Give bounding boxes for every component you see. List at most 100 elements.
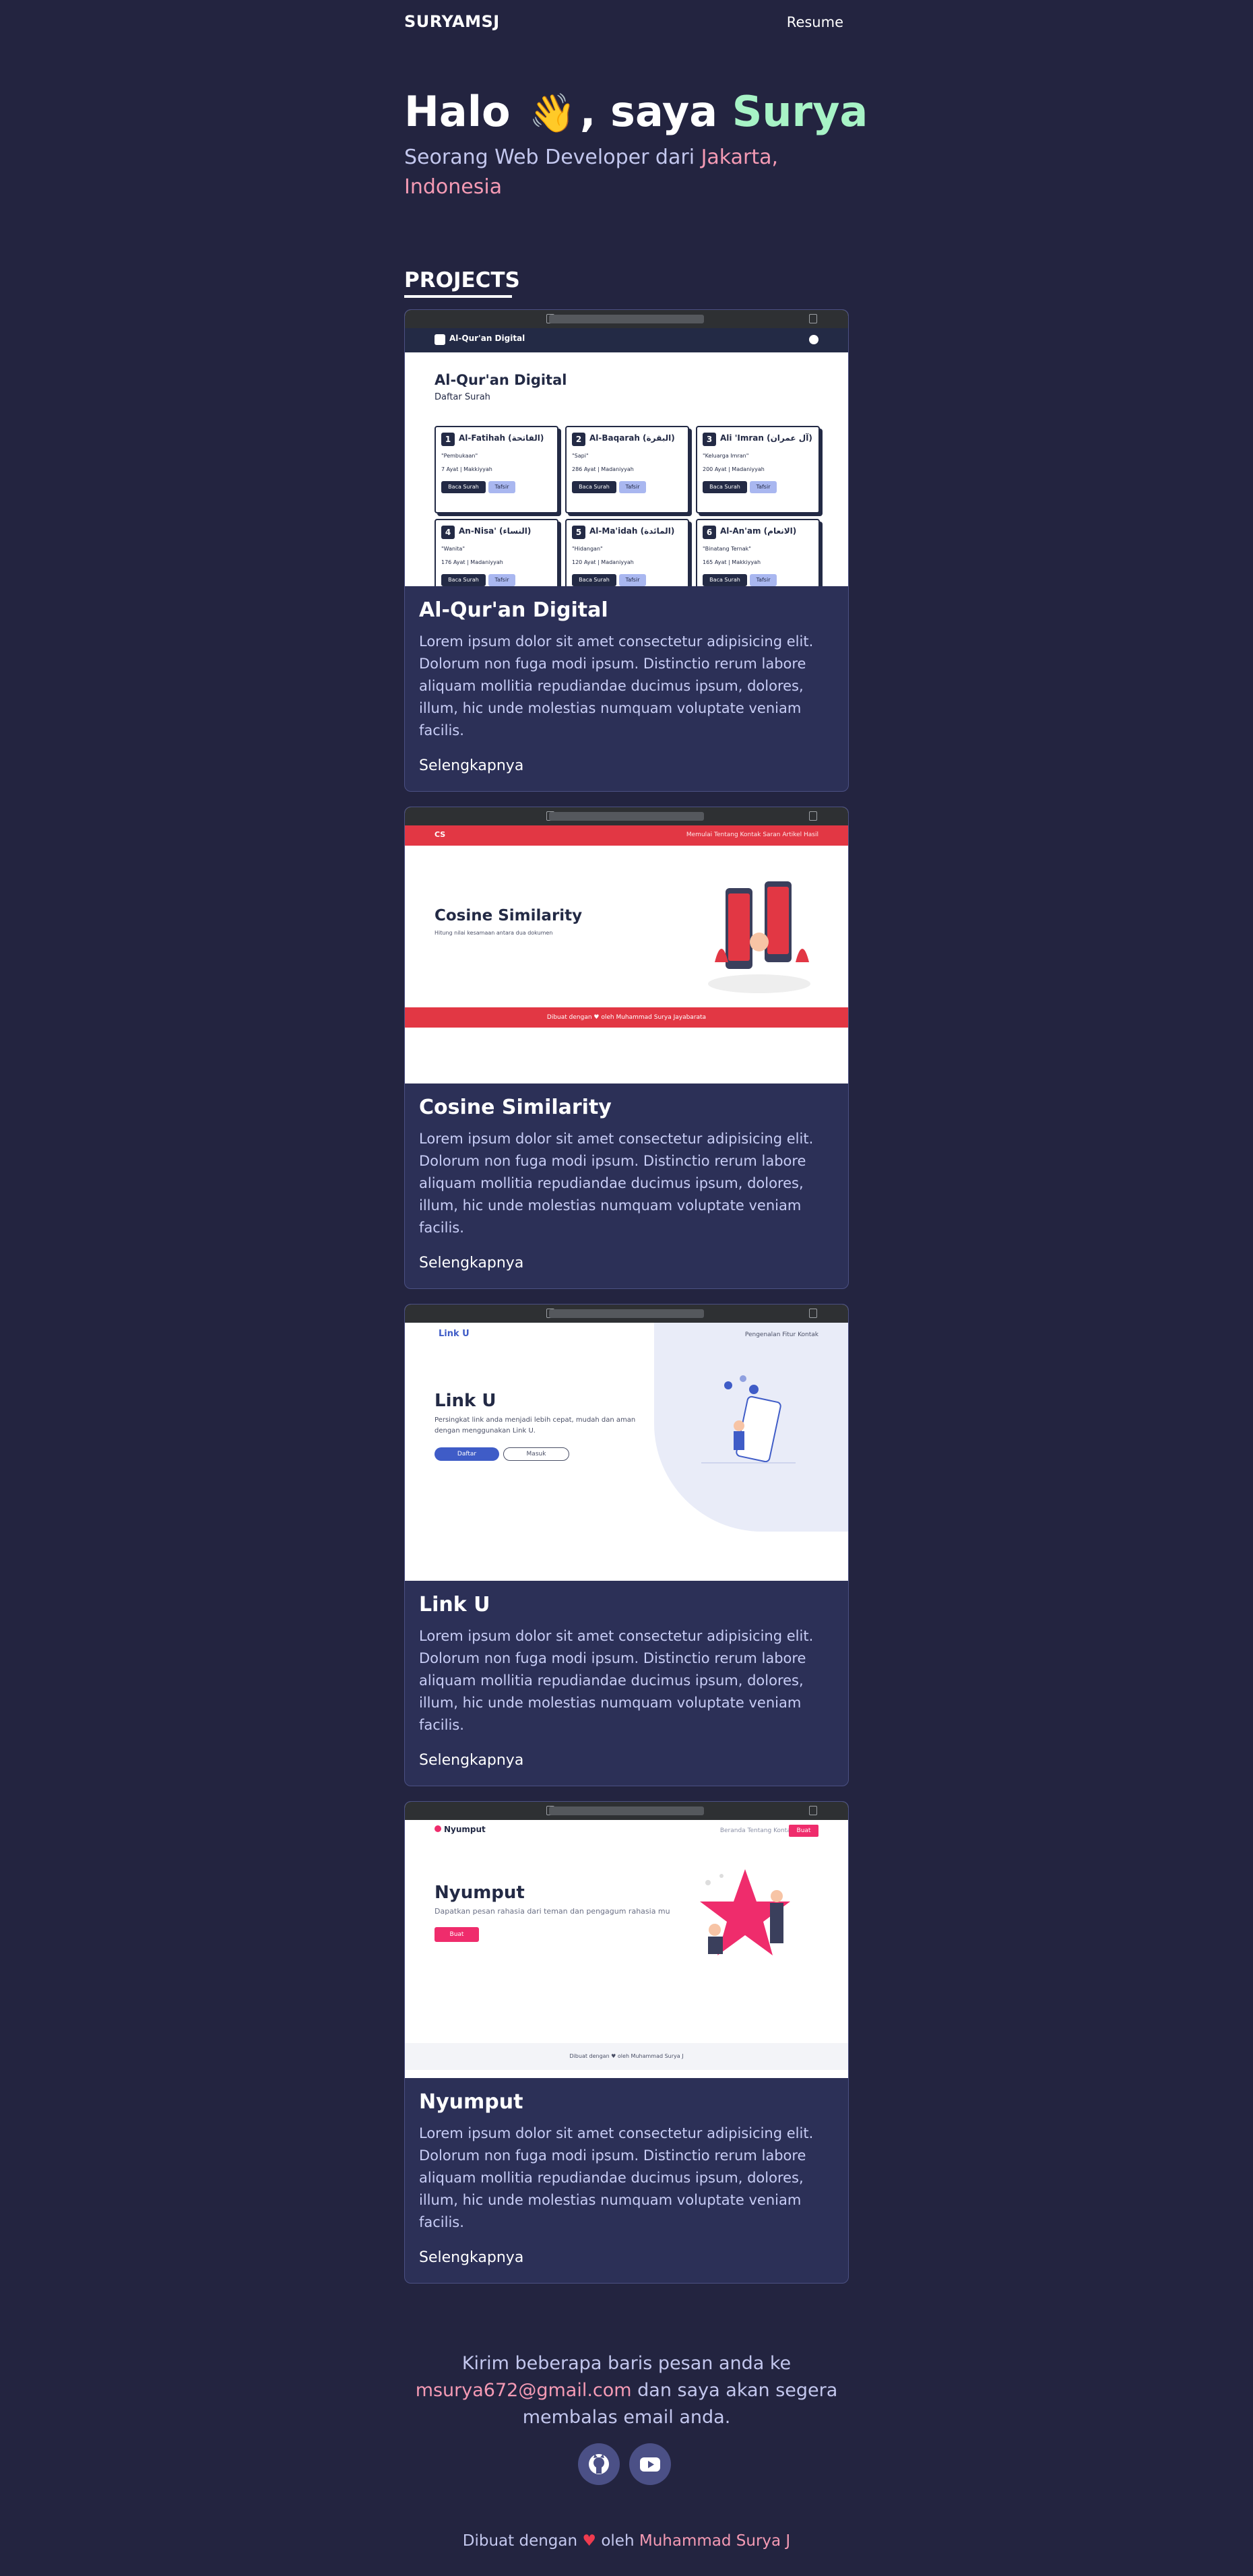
surah-meaning: "Keluarga Imran": [703, 453, 749, 459]
surah-meaning: "Sapi": [572, 453, 589, 459]
project-description: Lorem ipsum dolor sit amet consectetur a…: [419, 633, 814, 739]
project-card: Nyumput Beranda Tentang Kontak Buat Seka…: [404, 1801, 849, 2284]
github-button[interactable]: [578, 2443, 620, 2485]
surah-meaning: "Wanita": [441, 546, 465, 552]
star-people-illustration-icon: [700, 1869, 790, 1955]
preview-nav: Pengenalan Fitur Kontak: [744, 1331, 818, 1338]
hero-subtitle: Seorang Web Developer dari Jakarta, Indo…: [404, 143, 835, 202]
project-screenshot: Link U Pengenalan Fitur Kontak Link U Pe…: [405, 1305, 848, 1581]
project-screenshot: Al-Qur'an Digital Al-Qur'an Digital Daft…: [405, 310, 848, 586]
surah-number: 4: [441, 526, 455, 539]
preview-heading: Link U: [435, 1391, 496, 1411]
surah-card: 6 Al-An'am (الانعام) "Binatang Ternak" 1…: [696, 519, 820, 586]
preview-brand: Link U: [439, 1329, 470, 1339]
browser-url-bar: [549, 1807, 704, 1815]
browser-toolbar: [405, 1305, 848, 1323]
project-more-link[interactable]: Selengkapnya: [419, 2249, 523, 2266]
browser-url-bar: [549, 1309, 704, 1318]
projects-heading: PROJECTS: [404, 268, 520, 298]
github-icon: [809, 335, 818, 344]
read-surah-button: Baca Surah: [441, 574, 486, 586]
contact-text: Kirim beberapa baris pesan anda ke msury…: [404, 2350, 849, 2431]
page-footer: Dibuat dengan ♥ oleh Muhammad Surya J: [404, 2532, 849, 2550]
footer-author-link[interactable]: Muhammad Surya J: [639, 2532, 790, 2550]
preview-brand: Nyumput: [444, 1825, 486, 1834]
project-screenshot: CS Memulai Tentang Kontak Saran Artikel …: [405, 807, 848, 1083]
hero-title: Halo 👋, saya Surya: [404, 86, 868, 139]
preview-nav-button: Buat Sekarang: [789, 1825, 818, 1846]
project-more-link[interactable]: Selengkapnya: [419, 1255, 523, 1271]
surah-info: 7 Ayat | Makkiyyah: [441, 466, 492, 472]
tabs-icon: [809, 314, 817, 323]
browser-toolbar: [405, 1802, 848, 1820]
contact-email-link[interactable]: msurya672@gmail.com: [416, 2380, 632, 2401]
project-card: Al-Qur'an Digital Al-Qur'an Digital Daft…: [404, 309, 849, 792]
preview-signup-button: Daftar: [435, 1447, 499, 1461]
surah-name: Al-An'am (الانعام): [720, 526, 797, 536]
preview-header: CS Memulai Tentang Kontak Saran Artikel …: [405, 825, 848, 846]
surah-number: 2: [572, 433, 585, 446]
preview-header: Al-Qur'an Digital: [405, 328, 848, 352]
surah-number: 6: [703, 526, 716, 539]
surah-info: 120 Ayat | Madaniyyah: [572, 559, 634, 565]
hero-subtitle-prefix: Seorang Web Developer dari: [404, 146, 695, 169]
surah-number: 1: [441, 433, 455, 446]
preview-nav: Memulai Tentang Kontak Saran Artikel Has…: [686, 831, 818, 838]
project-description: Lorem ipsum dolor sit amet consectetur a…: [419, 1628, 814, 1733]
preview-brand: CS: [435, 830, 446, 839]
tafsir-button: Tafsir: [619, 481, 646, 493]
preview-cta-button: Buat Sekarang: [435, 1927, 479, 1953]
youtube-icon: [640, 2457, 660, 2472]
preview-footer: Dibuat dengan ♥ oleh Muhammad Surya J: [405, 2043, 848, 2070]
phone-person-illustration-icon: [701, 1375, 796, 1464]
tafsir-button: Tafsir: [619, 574, 646, 586]
surah-info: 200 Ayat | Madaniyyah: [703, 466, 765, 472]
surah-card: 4 An-Nisa' (النساء) "Wanita" 176 Ayat | …: [435, 519, 558, 586]
project-card: Link U Pengenalan Fitur Kontak Link U Pe…: [404, 1304, 849, 1786]
surah-name: An-Nisa' (النساء): [459, 526, 532, 536]
tabs-icon: [809, 811, 817, 821]
surah-card: 5 Al-Ma'idah (المائدة) "Hidangan" 120 Ay…: [565, 519, 689, 586]
preview-subheading: Dapatkan pesan rahasia dari teman dan pe…: [435, 1907, 670, 1916]
brand-logo[interactable]: SURYAMSJ: [404, 12, 500, 31]
book-icon: [435, 334, 445, 345]
surah-name: Ali 'Imran (آل عمران): [720, 433, 812, 443]
surah-card: 3 Ali 'Imran (آل عمران) "Keluarga Imran"…: [696, 426, 820, 513]
preview-brand: Al-Qur'an Digital: [449, 334, 525, 343]
hero-name: Surya: [732, 87, 868, 136]
tafsir-button: Tafsir: [750, 481, 777, 493]
project-screenshot: Nyumput Beranda Tentang Kontak Buat Seka…: [405, 1802, 848, 2078]
project-more-link[interactable]: Selengkapnya: [419, 1752, 523, 1769]
footer-prefix: Dibuat dengan: [462, 2532, 578, 2550]
preview-heading: Al-Qur'an Digital: [435, 372, 567, 388]
read-surah-button: Baca Surah: [703, 481, 747, 493]
surah-card: 1 Al-Fatihah (الفاتحة) "Pembukaan" 7 Aya…: [435, 426, 558, 513]
preview-subheading: Daftar Surah: [435, 392, 490, 402]
top-nav: SURYAMSJ Resume: [404, 12, 849, 36]
tafsir-button: Tafsir: [488, 574, 515, 586]
youtube-button[interactable]: [629, 2443, 671, 2485]
surah-number: 5: [572, 526, 585, 539]
surah-meaning: "Pembukaan": [441, 453, 478, 459]
preview-heading: Nyumput: [435, 1883, 525, 1903]
preview-brand-wrap: Nyumput: [435, 1825, 486, 1834]
surah-name: Al-Fatihah (الفاتحة): [459, 433, 544, 443]
waving-hand-icon: 👋: [529, 92, 576, 135]
surah-name: Al-Ma'idah (المائدة): [589, 526, 675, 536]
project-more-link[interactable]: Selengkapnya: [419, 757, 523, 774]
read-surah-button: Baca Surah: [703, 574, 747, 586]
github-icon: [589, 2454, 609, 2474]
project-description: Lorem ipsum dolor sit amet consectetur a…: [419, 1131, 814, 1236]
project-description: Lorem ipsum dolor sit amet consectetur a…: [419, 2125, 814, 2230]
phones-illustration-icon: [708, 881, 810, 993]
project-title: Al-Qur'an Digital: [419, 598, 608, 622]
tabs-icon: [809, 1309, 817, 1318]
surah-meaning: "Binatang Ternak": [703, 546, 751, 552]
hero-greeting: Halo: [404, 87, 511, 136]
preview-subheading: Persingkat link anda menjadi lebih cepat…: [435, 1416, 636, 1435]
resume-link[interactable]: Resume: [787, 14, 843, 30]
project-title: Link U: [419, 1593, 490, 1616]
contact-prefix: Kirim beberapa baris pesan anda ke: [461, 2353, 792, 2374]
heart-icon: ♥: [582, 2532, 597, 2550]
preview-subheading: Hitung nilai kesamaan antara dua dokumen: [435, 930, 553, 936]
